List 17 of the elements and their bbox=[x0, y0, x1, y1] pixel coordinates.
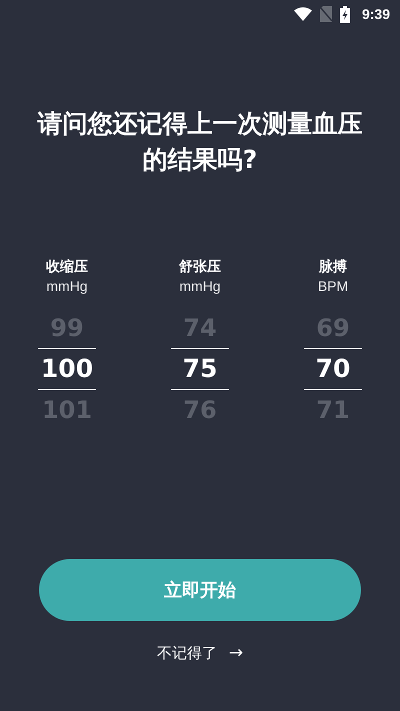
picker-value[interactable]: 70 bbox=[304, 348, 362, 390]
picker-unit: mmHg bbox=[46, 278, 88, 294]
picker-label: 舒张压 bbox=[179, 258, 221, 276]
start-button[interactable]: 立即开始 bbox=[39, 559, 361, 621]
wifi-icon bbox=[294, 7, 312, 21]
picker-unit: mmHg bbox=[179, 278, 221, 294]
picker-value[interactable]: 75 bbox=[171, 348, 229, 390]
picker-unit: BPM bbox=[318, 278, 348, 294]
arrow-icon[interactable]: → bbox=[228, 643, 244, 663]
no-sim-icon bbox=[320, 6, 332, 22]
picker-label: 脉搏 bbox=[319, 258, 347, 276]
status-time: 9:39 bbox=[362, 6, 390, 22]
picker-label: 收缩压 bbox=[46, 258, 88, 276]
skip-link[interactable]: 不记得了 bbox=[156, 644, 217, 662]
battery-charging-icon bbox=[340, 6, 350, 22]
question-title: 请问您还记得上一次测量血压的结果吗? bbox=[36, 108, 364, 176]
picker-value[interactable]: 100 bbox=[38, 348, 96, 390]
